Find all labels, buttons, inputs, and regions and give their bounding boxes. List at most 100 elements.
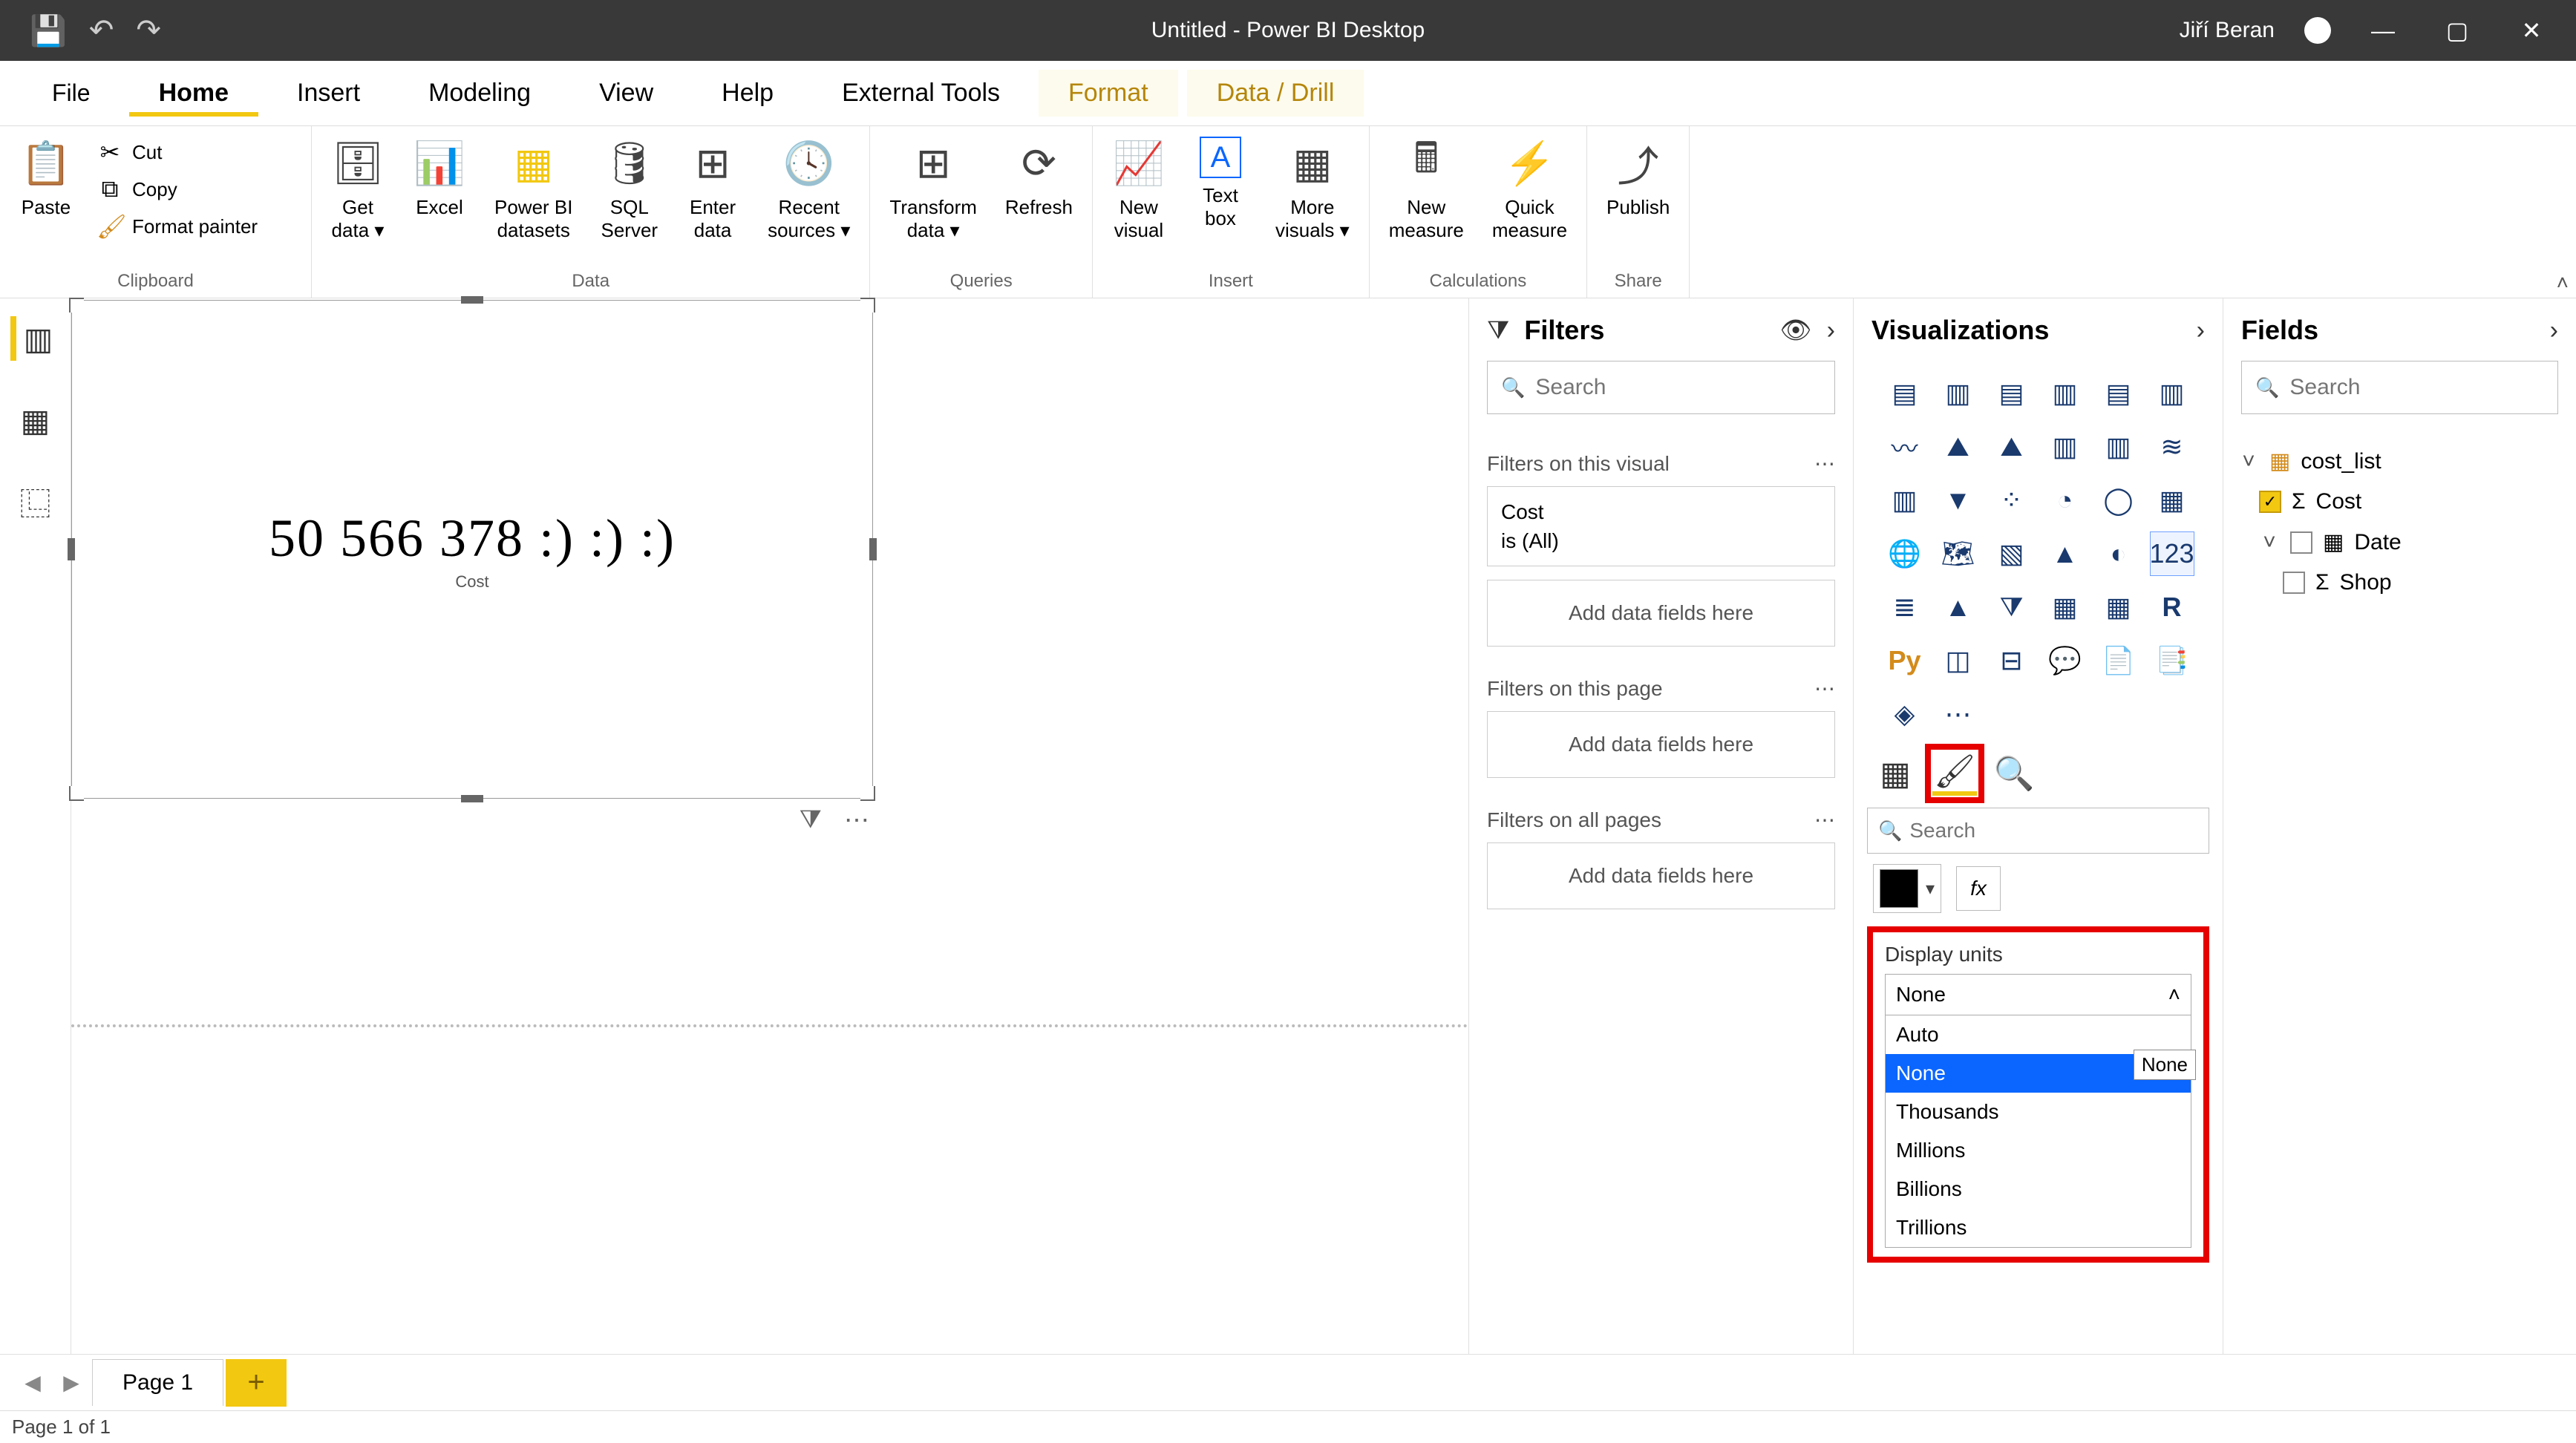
data-view-button[interactable]: ▦ <box>13 398 58 442</box>
du-option-billions[interactable]: Billions <box>1886 1170 2191 1208</box>
tab-data-drill[interactable]: Data / Drill <box>1187 70 1364 117</box>
more-icon[interactable]: ⋯ <box>1814 676 1835 701</box>
pie-chart-icon[interactable]: ◔ <box>2043 478 2088 523</box>
stacked-column-icon[interactable]: ▥ <box>1936 371 1981 416</box>
sql-server-button[interactable]: 🛢SQL Server <box>591 131 669 248</box>
table-viz-icon[interactable]: ▦ <box>2043 585 2088 629</box>
visual-filter-drop[interactable]: Add data fields here <box>1487 580 1835 647</box>
checkbox-checked-icon[interactable]: ✓ <box>2259 491 2281 513</box>
add-page-button[interactable]: + <box>226 1359 287 1407</box>
publish-button[interactable]: ⤴Publish <box>1596 131 1680 225</box>
more-icon[interactable]: ⋯ <box>1814 451 1835 476</box>
py-visual-icon[interactable]: Py <box>1883 638 1927 683</box>
format-painter-button[interactable]: 🖌Format painter <box>91 209 264 243</box>
all-pages-filter-drop[interactable]: Add data fields here <box>1487 842 1835 909</box>
line-column-icon[interactable]: ▥ <box>2043 425 2088 469</box>
model-view-button[interactable]: ⿺ <box>13 480 58 524</box>
get-more-visuals-icon[interactable]: ◈ <box>1883 692 1927 736</box>
display-units-select[interactable]: None ˄ <box>1885 974 2191 1015</box>
format-search[interactable]: 🔍 <box>1867 808 2209 854</box>
r-visual-icon[interactable]: R <box>2150 585 2194 629</box>
fields-search[interactable]: 🔍 <box>2241 361 2558 414</box>
pbi-datasets-button[interactable]: ▦Power BI datasets <box>484 131 583 248</box>
stacked-area-icon[interactable]: ⛰ <box>1990 425 2034 469</box>
filters-search-input[interactable] <box>1535 375 1822 400</box>
tab-home[interactable]: Home <box>129 70 258 117</box>
tab-help[interactable]: Help <box>692 70 803 117</box>
paste-button[interactable]: 📋 Paste <box>9 131 83 225</box>
waterfall-icon[interactable]: ▥ <box>1883 478 1927 523</box>
qa-visual-icon[interactable]: 💬 <box>2043 638 2088 683</box>
du-option-auto[interactable]: Auto <box>1886 1015 2191 1054</box>
maximize-button[interactable]: ▢ <box>2435 16 2479 45</box>
get-data-button[interactable]: 🗄Get data ▾ <box>321 131 395 248</box>
map-icon[interactable]: 🌐 <box>1883 531 1927 576</box>
slicer-icon[interactable]: ⧩ <box>1990 585 2034 629</box>
close-button[interactable]: ✕ <box>2509 16 2554 45</box>
area-chart-icon[interactable]: ⛰ <box>1936 425 1981 469</box>
next-page-button[interactable]: ▶ <box>53 1365 89 1401</box>
smart-narrative-icon[interactable]: 📄 <box>2096 638 2141 683</box>
table-row-cost-list[interactable]: ˅ ▦ cost_list <box>2235 441 2564 482</box>
avatar-icon[interactable] <box>2304 17 2331 44</box>
treemap-icon[interactable]: ▦ <box>2150 478 2194 523</box>
azure-map-icon[interactable]: ▲ <box>2043 531 2088 576</box>
more-visuals-button[interactable]: ▦More visuals ▾ <box>1265 131 1360 248</box>
line-chart-icon[interactable]: 〰 <box>1883 425 1927 469</box>
checkbox-icon[interactable] <box>2290 531 2312 554</box>
line-clustered-icon[interactable]: ▥ <box>2096 425 2141 469</box>
text-box-button[interactable]: AText box <box>1183 131 1258 236</box>
kpi-icon[interactable]: ▲ <box>1936 585 1981 629</box>
chevron-right-icon[interactable]: › <box>1827 316 1835 345</box>
filter-card-cost[interactable]: Cost is (All) <box>1487 486 1835 566</box>
multi-row-card-icon[interactable]: ≣ <box>1883 585 1927 629</box>
chevron-right-icon[interactable]: › <box>2197 316 2205 345</box>
more-icon[interactable]: ⋯ <box>1814 808 1835 832</box>
du-option-thousands[interactable]: Thousands <box>1886 1093 2191 1131</box>
tab-external-tools[interactable]: External Tools <box>812 70 1030 117</box>
clustered-column-icon[interactable]: ▥ <box>2043 371 2088 416</box>
fields-tab-icon[interactable]: ▦ <box>1873 751 1918 796</box>
tab-insert[interactable]: Insert <box>267 70 390 117</box>
checkbox-icon[interactable] <box>2283 572 2305 594</box>
eye-icon[interactable]: 👁 <box>1780 315 1812 345</box>
collapse-ribbon-icon[interactable]: ˄ <box>2557 271 2569 295</box>
key-influencers-icon[interactable]: ◫ <box>1936 638 1981 683</box>
field-row-cost[interactable]: ✓ Σ Cost <box>2235 482 2564 522</box>
analytics-tab-icon[interactable]: 🔍 <box>1992 751 2036 796</box>
filled-map-icon[interactable]: 🗺 <box>1936 531 1981 576</box>
paginated-report-icon[interactable]: 📑 <box>2150 638 2194 683</box>
stacked-column-100-icon[interactable]: ▥ <box>2150 371 2194 416</box>
card-visual[interactable]: 50 566 378 :) :) :) Cost ⧩ ⋯ <box>71 300 873 799</box>
clustered-bar-icon[interactable]: ▤ <box>1990 371 2034 416</box>
minimize-button[interactable]: — <box>2361 17 2405 45</box>
cut-button[interactable]: ✂Cut <box>91 135 264 169</box>
funnel-chart-icon[interactable]: ▼ <box>1936 478 1981 523</box>
enter-data-button[interactable]: ⊞Enter data <box>676 131 750 248</box>
stacked-bar-100-icon[interactable]: ▤ <box>2096 371 2141 416</box>
field-row-shop[interactable]: Σ Shop <box>2235 563 2564 603</box>
redo-icon[interactable]: ↷ <box>136 13 161 48</box>
new-visual-button[interactable]: 📈New visual <box>1102 131 1176 248</box>
format-search-input[interactable] <box>1909 819 2198 842</box>
transform-data-button[interactable]: ⊞Transform data ▾ <box>879 131 987 248</box>
tab-format[interactable]: Format <box>1039 70 1178 117</box>
report-canvas[interactable]: 50 566 378 :) :) :) Cost ⧩ ⋯ <box>71 298 1468 1024</box>
page-filter-drop[interactable]: Add data fields here <box>1487 711 1835 778</box>
field-row-date[interactable]: ˅ ▦ Date <box>2235 522 2564 563</box>
quick-measure-button[interactable]: ⚡Quick measure <box>1482 131 1578 248</box>
report-view-button[interactable]: ▥ <box>10 316 55 361</box>
gauge-icon[interactable]: ◐ <box>2096 531 2141 576</box>
copy-button[interactable]: ⧉Copy <box>91 172 264 206</box>
matrix-icon[interactable]: ▦ <box>2096 585 2141 629</box>
scatter-icon[interactable]: ⁘ <box>1990 478 2034 523</box>
card-icon[interactable]: 123 <box>2150 531 2194 576</box>
du-option-trillions[interactable]: Trillions <box>1886 1208 2191 1247</box>
undo-icon[interactable]: ↶ <box>89 13 114 48</box>
new-measure-button[interactable]: 🖩New measure <box>1379 131 1474 248</box>
save-icon[interactable]: 💾 <box>30 13 67 48</box>
page-tab-1[interactable]: Page 1 <box>92 1359 223 1406</box>
filters-search[interactable]: 🔍 <box>1487 361 1835 414</box>
format-tab-icon[interactable]: 🖌 <box>1932 751 1977 796</box>
ribbon-chart-icon[interactable]: ≋ <box>2150 425 2194 469</box>
